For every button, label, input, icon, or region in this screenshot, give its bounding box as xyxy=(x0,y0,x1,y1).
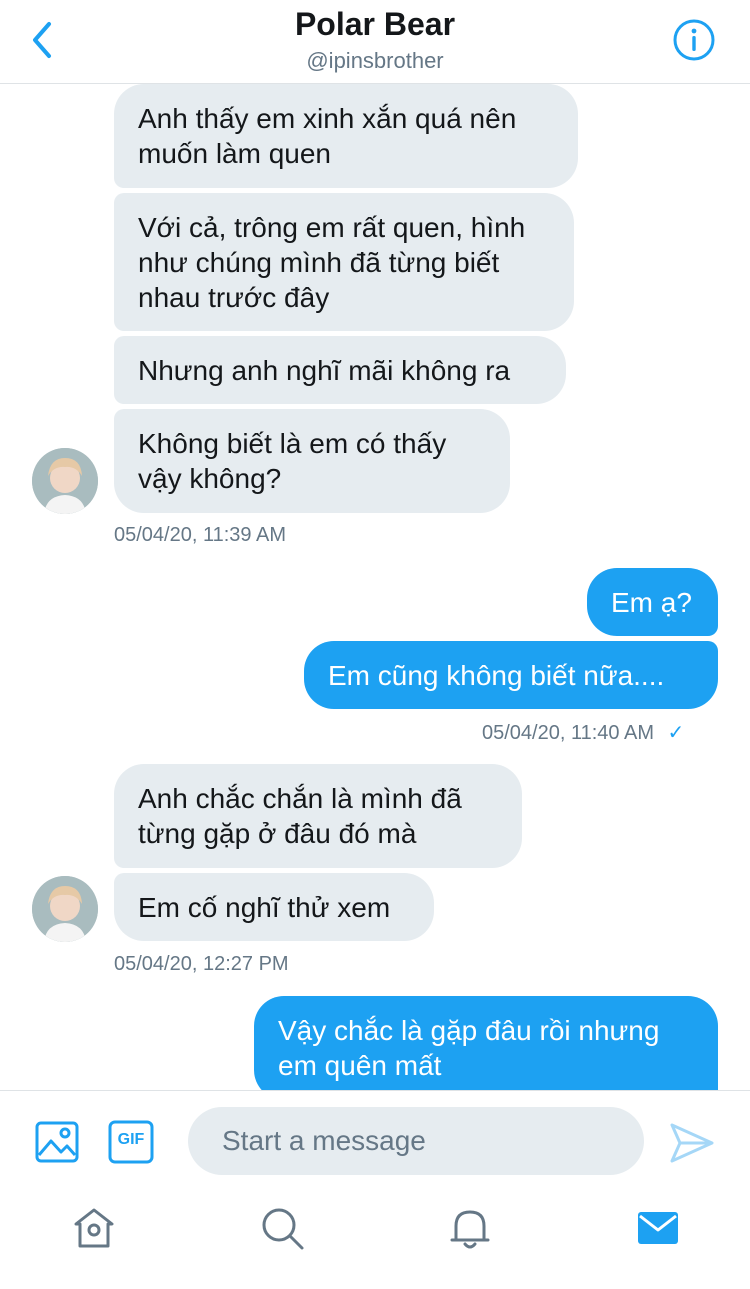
bell-icon xyxy=(450,1210,490,1249)
received-message[interactable]: Không biết là em có thấy vậy không? xyxy=(114,409,510,513)
sent-message[interactable]: Em cũng không biết nữa.... xyxy=(304,641,718,709)
received-message[interactable]: Anh thấy em xinh xắn quá nên muốn làm qu… xyxy=(114,84,578,188)
conversation-title[interactable]: Polar Bear xyxy=(0,6,750,43)
info-button[interactable] xyxy=(672,18,716,62)
received-message[interactable]: Với cả, trông em rất quen, hình như chún… xyxy=(114,193,574,331)
tab-search[interactable] xyxy=(258,1204,306,1252)
received-message[interactable]: Em cố nghĩ thử xem xyxy=(114,873,434,941)
tab-bar xyxy=(0,1188,750,1289)
conversation-handle: @ipinsbrother xyxy=(306,48,444,73)
gif-label: GIF xyxy=(117,1131,145,1148)
add-photo-button[interactable] xyxy=(34,1119,80,1165)
message-input[interactable] xyxy=(188,1107,644,1175)
mail-icon xyxy=(638,1212,678,1244)
sent-message[interactable]: Vậy chắc là gặp đâu rồi nhưng em quên mấ… xyxy=(254,996,718,1100)
message-timestamp: 05/04/20, 12:27 PM xyxy=(114,953,289,975)
received-message[interactable]: Anh chắc chắn là mình đã từng gặp ở đâu … xyxy=(114,764,522,868)
tab-home[interactable] xyxy=(70,1204,118,1252)
message-timestamp: 05/04/20, 11:39 AM xyxy=(114,524,286,546)
timestamp-text: 05/04/20, 11:40 AM xyxy=(482,722,654,744)
send-button[interactable] xyxy=(668,1119,716,1167)
message-composer: GIF xyxy=(0,1090,750,1188)
avatar-image xyxy=(32,448,98,514)
read-check-icon: ✓ xyxy=(667,722,685,744)
send-icon xyxy=(670,1123,714,1163)
add-gif-button[interactable]: GIF xyxy=(108,1119,154,1165)
sent-message[interactable]: Em ạ? xyxy=(587,568,718,636)
tab-notifications[interactable] xyxy=(446,1204,494,1252)
avatar-image xyxy=(32,876,98,942)
message-timestamp: 05/04/20, 11:40 AM ✓ xyxy=(482,720,684,745)
home-icon xyxy=(74,1208,114,1248)
received-message[interactable]: Nhưng anh nghĩ mãi không ra xyxy=(114,336,566,404)
search-icon xyxy=(262,1208,304,1250)
conversation-header: Polar Bear @ipinsbrother xyxy=(0,0,750,84)
tab-messages[interactable] xyxy=(634,1204,682,1252)
avatar[interactable] xyxy=(32,876,98,942)
avatar[interactable] xyxy=(32,448,98,514)
image-icon xyxy=(35,1121,79,1163)
info-icon xyxy=(673,19,715,61)
